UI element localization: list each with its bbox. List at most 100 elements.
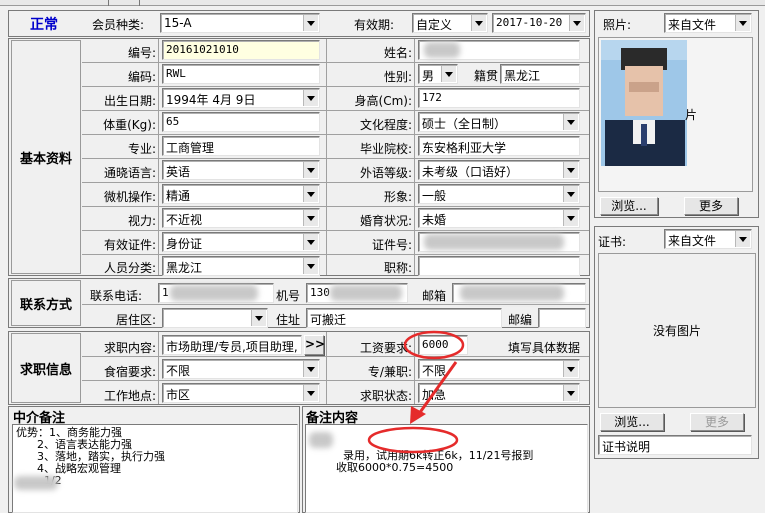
meal-accommodation-label: 食宿要求: bbox=[103, 365, 156, 379]
chevron-down-icon[interactable] bbox=[251, 310, 266, 326]
redacted-name bbox=[424, 42, 460, 58]
graduate-school-label: 毕业院校: bbox=[359, 142, 412, 156]
meal-accommodation-select[interactable]: 不限 bbox=[162, 359, 320, 379]
job-content-input[interactable]: 市场助理/专员,项目助理, bbox=[162, 335, 302, 355]
person-photo-icon bbox=[601, 40, 687, 166]
chevron-down-icon[interactable] bbox=[735, 231, 750, 247]
appearance-select[interactable]: 一般 bbox=[418, 184, 580, 204]
basic-info-section-title: 基本资料 bbox=[11, 40, 81, 274]
chevron-down-icon[interactable] bbox=[569, 15, 584, 31]
graduate-school-input[interactable]: 东安格利亚大学 bbox=[418, 136, 580, 156]
education-select[interactable]: 硕士（全日制） bbox=[418, 112, 580, 132]
chevron-down-icon[interactable] bbox=[303, 361, 318, 377]
fulltime-parttime-value: 不限 bbox=[422, 364, 447, 378]
id-document-select[interactable]: 身份证 bbox=[162, 232, 320, 252]
email-label: 邮箱 bbox=[422, 289, 447, 303]
computer-skill-select[interactable]: 精通 bbox=[162, 184, 320, 204]
marital-label: 婚育状况: bbox=[359, 214, 412, 228]
photo-browse-button[interactable]: 浏览... bbox=[600, 197, 658, 215]
gender-select[interactable]: 男 bbox=[418, 64, 458, 84]
certificate-source-select[interactable]: 来自文件 bbox=[664, 229, 752, 249]
education-value: 硕士（全日制） bbox=[422, 117, 507, 131]
address-input[interactable]: 可搬迁 bbox=[306, 308, 502, 328]
number-label: 编号: bbox=[127, 46, 156, 60]
more-jobs-button[interactable]: >> bbox=[304, 335, 325, 355]
foreign-level-label: 外语等级: bbox=[359, 166, 412, 180]
redacted-phone bbox=[170, 285, 258, 301]
marital-select[interactable]: 未婚 bbox=[418, 208, 580, 228]
title-input[interactable] bbox=[418, 256, 580, 276]
chevron-down-icon[interactable] bbox=[563, 114, 578, 130]
job-status-select[interactable]: 加急 bbox=[418, 383, 580, 403]
person-category-select[interactable]: 黑龙江 bbox=[162, 256, 320, 276]
gender-label: 性别: bbox=[383, 70, 412, 84]
chevron-down-icon[interactable] bbox=[303, 210, 318, 226]
agency-notes-textarea[interactable]: 优势：1、商务能力强 2、语言表达能力强 3、落地，踏实，执行力强 4、战略宏观… bbox=[12, 424, 298, 513]
weight-input[interactable]: 65 bbox=[162, 112, 320, 132]
chevron-down-icon[interactable] bbox=[735, 15, 750, 31]
chevron-down-icon[interactable] bbox=[563, 186, 578, 202]
remarks-textarea[interactable]: 录用，试用期6k转正6k，11/21号报到 收取6000*0.75=4500 bbox=[305, 424, 588, 513]
work-location-label: 工作地点: bbox=[103, 389, 156, 403]
job-status-label: 求职状态: bbox=[359, 389, 412, 403]
chevron-down-icon[interactable] bbox=[303, 385, 318, 401]
id-document-value: 身份证 bbox=[166, 237, 203, 251]
title-label: 职称: bbox=[383, 261, 412, 275]
mobile-label: 机号 bbox=[276, 289, 301, 303]
photo-more-button[interactable]: 更多 bbox=[684, 197, 738, 215]
salary-hint: 填写具体数据 bbox=[508, 341, 581, 355]
person-category-value: 黑龙江 bbox=[166, 261, 203, 275]
chevron-down-icon[interactable] bbox=[471, 15, 486, 31]
row-divider bbox=[82, 304, 589, 305]
chevron-down-icon[interactable] bbox=[303, 234, 318, 250]
chevron-down-icon[interactable] bbox=[303, 162, 318, 178]
postcode-label: 邮编 bbox=[508, 313, 533, 327]
validity-date-picker[interactable]: 2017-10-20 bbox=[492, 13, 586, 33]
residence-area-select[interactable] bbox=[162, 308, 268, 328]
certificate-source-value: 来自文件 bbox=[668, 234, 717, 248]
postcode-input[interactable] bbox=[538, 308, 586, 328]
fulltime-parttime-label: 专/兼职: bbox=[367, 365, 412, 379]
language-select[interactable]: 英语 bbox=[162, 160, 320, 180]
certificate-browse-button[interactable]: 浏览... bbox=[600, 413, 664, 431]
col-divider bbox=[158, 39, 159, 275]
chevron-down-icon[interactable] bbox=[563, 162, 578, 178]
height-label: 身高(Cm): bbox=[354, 94, 412, 108]
birth-date-picker[interactable]: 1994年 4月 9日 bbox=[162, 88, 320, 108]
photo-source-select[interactable]: 来自文件 bbox=[664, 13, 752, 33]
membership-type-select[interactable]: 15-A bbox=[160, 13, 320, 33]
chevron-down-icon[interactable] bbox=[303, 186, 318, 202]
code-label: 编码: bbox=[127, 70, 156, 84]
chevron-down-icon[interactable] bbox=[563, 385, 578, 401]
redacted-mobile bbox=[330, 285, 402, 301]
computer-skill-label: 微机操作: bbox=[103, 190, 156, 204]
redacted-remark bbox=[309, 432, 333, 448]
chevron-down-icon[interactable] bbox=[563, 361, 578, 377]
number-input[interactable]: 20161021010 bbox=[162, 40, 320, 60]
chevron-down-icon[interactable] bbox=[441, 66, 456, 82]
certificate-description-input[interactable]: 证书说明 bbox=[598, 435, 752, 455]
chevron-down-icon[interactable] bbox=[563, 210, 578, 226]
height-input[interactable]: 172 bbox=[418, 88, 580, 108]
work-location-select[interactable]: 市区 bbox=[162, 383, 320, 403]
chevron-down-icon[interactable] bbox=[303, 15, 318, 31]
status-tab[interactable]: 正常 bbox=[12, 14, 76, 34]
education-label: 文化程度: bbox=[359, 118, 412, 132]
validity-type-select[interactable]: 自定义 bbox=[412, 13, 488, 33]
salary-input[interactable]: 6000 bbox=[418, 335, 468, 355]
chevron-down-icon[interactable] bbox=[303, 90, 318, 106]
foreign-level-select[interactable]: 未考级（口语好） bbox=[418, 160, 580, 180]
native-place-input[interactable]: 黑龙江 bbox=[500, 64, 580, 84]
appearance-label: 形象: bbox=[383, 190, 412, 204]
code-input[interactable]: RWL bbox=[162, 64, 320, 84]
certificate-more-button[interactable]: 更多 bbox=[690, 413, 744, 431]
chevron-down-icon[interactable] bbox=[303, 258, 318, 274]
photo-frame: 片 bbox=[598, 37, 753, 192]
fulltime-parttime-select[interactable]: 不限 bbox=[418, 359, 580, 379]
vision-select[interactable]: 不近视 bbox=[162, 208, 320, 228]
major-label: 专业: bbox=[127, 142, 156, 156]
computer-skill-value: 精通 bbox=[166, 189, 191, 203]
major-input[interactable]: 工商管理 bbox=[162, 136, 320, 156]
foreign-level-value: 未考级（口语好） bbox=[422, 165, 519, 179]
photo-label: 照片: bbox=[603, 18, 632, 32]
